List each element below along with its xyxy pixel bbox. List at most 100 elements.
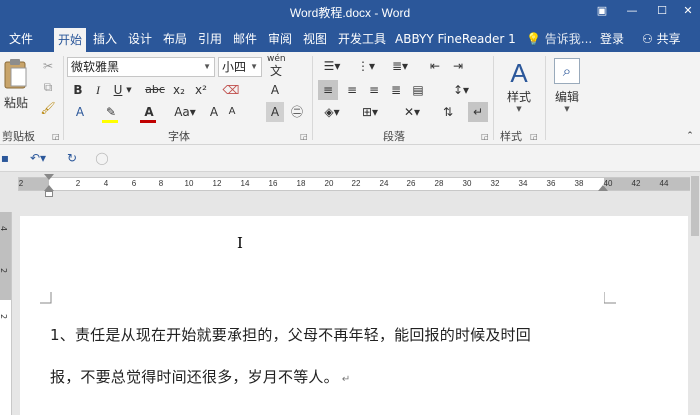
enclose-characters-icon[interactable]: ㊁ xyxy=(288,102,306,122)
person-icon: ⚇ xyxy=(642,32,653,46)
tell-me-box[interactable]: 💡 告诉我... xyxy=(526,29,592,49)
grow-font-icon[interactable]: A xyxy=(206,102,222,122)
ribbon-tab-bar: 文件 开始 插入 设计 布局 引用 邮件 审阅 视图 开发工具 ABBYY Fi… xyxy=(0,24,700,52)
superscript-icon[interactable]: x² xyxy=(192,80,210,100)
tab-view[interactable]: 视图 xyxy=(300,29,330,49)
share-label: 共享 xyxy=(656,32,681,46)
mouse-cursor-ibeam: I xyxy=(237,234,243,252)
show-formatting-icon[interactable]: ↵ xyxy=(468,102,488,122)
clipboard-icon xyxy=(4,59,27,89)
ruler-tick-label: 34 xyxy=(518,179,528,188)
tab-design[interactable]: 设计 xyxy=(125,29,155,49)
horizontal-ruler[interactable]: 2 2 4 6 8 10 12 14 16 18 20 22 24 26 28 30 32 34 36 38 40 42 4… xyxy=(18,177,691,191)
italic-icon[interactable]: I xyxy=(90,80,106,100)
tab-abbyy[interactable]: ABBYY FineReader 1 xyxy=(393,29,515,49)
ruler-tick-label: 4 xyxy=(103,179,109,188)
tab-mailings[interactable]: 邮件 xyxy=(230,29,260,49)
save-icon[interactable]: ▪ xyxy=(0,148,10,168)
first-line-indent-marker[interactable] xyxy=(44,174,54,180)
paste-button[interactable]: 粘贴 xyxy=(3,58,29,114)
align-left-icon[interactable]: ≡ xyxy=(318,80,338,100)
scrollbar-thumb[interactable] xyxy=(691,176,699,236)
vertical-scrollbar[interactable] xyxy=(690,172,700,415)
line-spacing-icon[interactable]: ↕▾ xyxy=(448,80,474,100)
close-button[interactable]: ✕ xyxy=(678,2,698,20)
divider xyxy=(312,56,313,140)
font-name-combo[interactable]: 微软雅黑 ▼ xyxy=(67,57,215,77)
highlight-icon[interactable]: ✎ xyxy=(102,102,120,122)
editing-label: 编辑 xyxy=(554,90,579,104)
ribbon-display-options-icon[interactable]: ▣ xyxy=(592,2,612,20)
phonetic-guide-button[interactable]: wén 文 xyxy=(267,54,286,78)
font-color-icon[interactable]: A xyxy=(140,102,158,122)
chevron-down-icon: ▼ xyxy=(250,62,258,71)
format-painter-icon[interactable]: 🖌 xyxy=(38,98,58,118)
shading-icon[interactable]: ◈▾ xyxy=(318,102,346,122)
collapse-ribbon-icon[interactable]: ⌃ xyxy=(683,126,697,146)
ruler-tick-label: 38 xyxy=(574,179,584,188)
clipboard-launcher-icon[interactable]: ◲ xyxy=(52,132,60,141)
chevron-down-icon: ▼ xyxy=(203,62,211,71)
sign-in-link[interactable]: 登录 xyxy=(600,29,624,49)
minimize-button[interactable]: — xyxy=(622,2,642,20)
circle-icon[interactable]: ◯ xyxy=(92,148,112,168)
decrease-indent-icon[interactable]: ⇤ xyxy=(425,56,445,76)
right-indent-marker[interactable] xyxy=(598,185,608,191)
change-case-icon[interactable]: Aa▾ xyxy=(172,102,198,122)
tab-references[interactable]: 引用 xyxy=(195,29,225,49)
quick-access-toolbar: ▪ ↶▾ ↻ ◯ xyxy=(0,145,700,172)
vertical-ruler-tick-label: 2 xyxy=(0,268,8,273)
font-launcher-icon[interactable]: ◲ xyxy=(300,132,308,141)
chinese-layout-icon[interactable]: ✕▾ xyxy=(398,102,426,122)
justify-icon[interactable]: ≣ xyxy=(386,80,406,100)
ruler-tick-label: 30 xyxy=(462,179,472,188)
increase-indent-icon[interactable]: ⇥ xyxy=(448,56,468,76)
bullets-icon[interactable]: ☰▾ xyxy=(318,56,346,76)
tab-home[interactable]: 开始 xyxy=(54,28,86,52)
maximize-button[interactable]: ☐ xyxy=(652,2,672,20)
sort-icon[interactable]: ⇅ xyxy=(438,102,458,122)
undo-icon[interactable]: ↶▾ xyxy=(24,148,52,168)
vertical-ruler-tick-label: 4 xyxy=(0,226,8,231)
distributed-icon[interactable]: ▤ xyxy=(408,80,428,100)
bold-icon[interactable]: B xyxy=(70,80,86,100)
tab-review[interactable]: 审阅 xyxy=(265,29,295,49)
vertical-ruler[interactable]: 4 2 2 xyxy=(0,212,12,415)
chevron-down-icon[interactable]: ▼ xyxy=(124,80,134,100)
tab-insert[interactable]: 插入 xyxy=(90,29,120,49)
left-indent-marker[interactable] xyxy=(45,191,53,197)
copy-icon[interactable]: ⧉ xyxy=(38,77,58,97)
cut-icon[interactable]: ✂ xyxy=(38,56,58,76)
align-right-icon[interactable]: ≡ xyxy=(364,80,384,100)
clear-formatting-icon[interactable]: ⌫ xyxy=(222,80,240,100)
document-page[interactable]: 1、责任是从现在开始就要承担的，父母不再年轻，能回报的时候及时回 报，不要总觉得… xyxy=(20,216,688,415)
multilevel-list-icon[interactable]: ≣▾ xyxy=(386,56,414,76)
ruler-tick-label: 24 xyxy=(379,179,389,188)
paragraph-launcher-icon[interactable]: ◲ xyxy=(481,132,489,141)
editing-button[interactable]: ⌕ 编辑 ▼ xyxy=(550,58,584,122)
vertical-ruler-tick-label: 2 xyxy=(0,314,8,319)
text-effects-icon[interactable]: A xyxy=(70,102,90,122)
phonetic-pinyin: wén xyxy=(267,54,286,64)
styles-button[interactable]: A 样式 ▼ xyxy=(500,58,538,122)
lightbulb-icon: 💡 xyxy=(526,32,541,46)
ruler-tick-label: 44 xyxy=(659,179,669,188)
share-button[interactable]: ⚇ 共享 xyxy=(642,29,681,49)
tab-developer[interactable]: 开发工具 xyxy=(335,29,389,49)
shrink-font-icon[interactable]: A xyxy=(224,102,240,122)
ruler-tick-label: 14 xyxy=(240,179,250,188)
styles-launcher-icon[interactable]: ◲ xyxy=(530,132,538,141)
character-shading-icon[interactable]: A xyxy=(266,102,284,122)
align-center-icon[interactable]: ≡ xyxy=(342,80,362,100)
subscript-icon[interactable]: x₂ xyxy=(170,80,188,100)
strikethrough-icon[interactable]: abc xyxy=(144,80,166,100)
redo-icon[interactable]: ↻ xyxy=(62,148,82,168)
tab-layout[interactable]: 布局 xyxy=(160,29,190,49)
font-size-combo[interactable]: 小四 ▼ xyxy=(218,57,262,77)
tab-file[interactable]: 文件 xyxy=(6,29,36,49)
ruler-tick-label: 2 xyxy=(75,179,81,188)
borders-icon[interactable]: ⊞▾ xyxy=(356,102,384,122)
paragraph-mark-icon: ↵ xyxy=(341,374,351,385)
numbering-icon[interactable]: ⋮▾ xyxy=(352,56,380,76)
character-border-icon[interactable]: A xyxy=(266,80,284,100)
